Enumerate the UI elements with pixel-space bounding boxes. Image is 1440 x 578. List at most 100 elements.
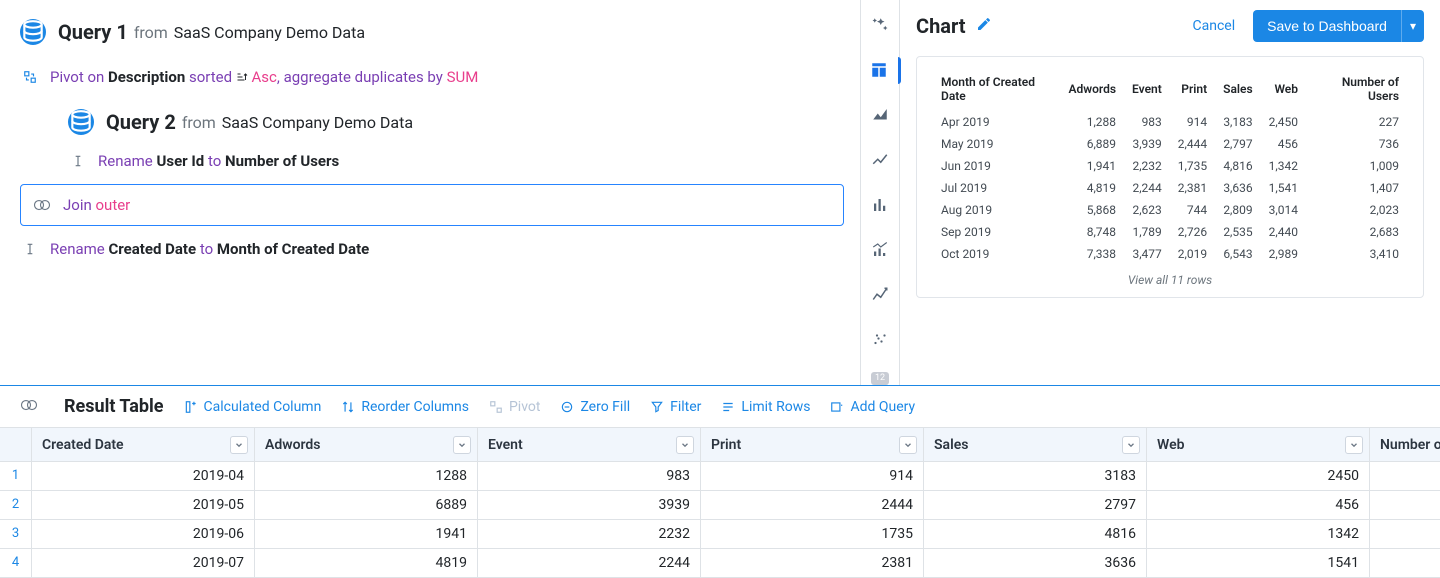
pivot-step[interactable]: Pivot on Description sorted Asc, aggrega… bbox=[40, 59, 478, 95]
scatter-chart-icon[interactable] bbox=[866, 327, 894, 354]
edit-chart-name-icon[interactable] bbox=[976, 16, 992, 36]
cell[interactable]: 456 bbox=[1147, 491, 1370, 520]
cell[interactable]: 2381 bbox=[701, 549, 924, 578]
filter-button[interactable]: Filter bbox=[650, 399, 701, 415]
from-label: from bbox=[182, 113, 216, 132]
cell[interactable]: 2450 bbox=[1147, 462, 1370, 491]
column-menu-button[interactable] bbox=[676, 436, 694, 454]
database-icon bbox=[68, 109, 94, 135]
results-grid[interactable]: Created DateAdwordsEventPrintSalesWebNum… bbox=[0, 427, 1440, 578]
view-all-rows-link[interactable]: View all 11 rows bbox=[933, 265, 1407, 291]
join-outer-icon bbox=[31, 199, 53, 211]
cell[interactable]: 2444 bbox=[701, 491, 924, 520]
chart-type-rail: 12 bbox=[860, 0, 900, 385]
column-header[interactable]: Number o bbox=[1370, 428, 1440, 462]
row-number[interactable]: 2 bbox=[0, 491, 32, 520]
cell[interactable]: 2019-06 bbox=[32, 520, 255, 549]
add-query-button[interactable]: Add Query bbox=[830, 399, 915, 415]
bar-chart-icon[interactable] bbox=[866, 192, 894, 219]
column-header[interactable]: Sales bbox=[924, 428, 1147, 462]
reorder-columns-button[interactable]: Reorder Columns bbox=[341, 399, 469, 415]
column-menu-button[interactable] bbox=[230, 436, 248, 454]
area-chart-icon[interactable] bbox=[866, 102, 894, 129]
column-menu-button[interactable] bbox=[453, 436, 471, 454]
save-dropdown-button[interactable]: ▾ bbox=[1401, 10, 1424, 42]
cancel-button[interactable]: Cancel bbox=[1192, 18, 1235, 34]
column-header[interactable]: Web bbox=[1147, 428, 1370, 462]
cell[interactable]: 2019-05 bbox=[32, 491, 255, 520]
preview-row[interactable]: Oct 20197,3383,4772,0196,5432,9893,410 bbox=[933, 243, 1407, 265]
column-header[interactable]: Print bbox=[701, 428, 924, 462]
preview-header[interactable]: Print bbox=[1170, 71, 1215, 111]
cell[interactable]: 3183 bbox=[924, 462, 1147, 491]
rename-step[interactable]: Rename Created Date to Month of Created … bbox=[40, 231, 369, 267]
cell[interactable]: 1941 bbox=[255, 520, 478, 549]
cell[interactable]: 3939 bbox=[478, 491, 701, 520]
row-number[interactable]: 4 bbox=[0, 549, 32, 578]
line-chart-icon[interactable] bbox=[866, 147, 894, 174]
magic-icon[interactable] bbox=[866, 12, 894, 39]
column-header[interactable]: Adwords bbox=[255, 428, 478, 462]
cell[interactable]: 4819 bbox=[255, 549, 478, 578]
table-chart-icon[interactable] bbox=[861, 57, 901, 84]
chart-preview-table: Month of Created DateAdwordsEventPrintSa… bbox=[933, 71, 1407, 265]
cell[interactable]: 4816 bbox=[924, 520, 1147, 549]
column-menu-button[interactable] bbox=[899, 436, 917, 454]
rail-number-badge[interactable]: 12 bbox=[871, 372, 889, 385]
query1-header[interactable]: Query 1 from SaaS Company Demo Data bbox=[20, 10, 850, 48]
preview-row[interactable]: Apr 20191,2889839143,1832,450227 bbox=[933, 111, 1407, 133]
preview-header[interactable]: Event bbox=[1124, 71, 1170, 111]
column-header[interactable]: Created Date bbox=[32, 428, 255, 462]
query1-source: SaaS Company Demo Data bbox=[174, 23, 365, 42]
cell[interactable]: 1288 bbox=[255, 462, 478, 491]
rename-step-icon bbox=[20, 242, 40, 256]
preview-row[interactable]: Jun 20191,9412,2321,7354,8161,3421,009 bbox=[933, 155, 1407, 177]
preview-row[interactable]: Aug 20195,8682,6237442,8093,0142,023 bbox=[933, 199, 1407, 221]
cell[interactable]: 6889 bbox=[255, 491, 478, 520]
column-menu-button[interactable] bbox=[1345, 436, 1363, 454]
preview-header[interactable]: Sales bbox=[1215, 71, 1261, 111]
cell[interactable]: 3636 bbox=[924, 549, 1147, 578]
results-title: Result Table bbox=[64, 396, 164, 417]
chart-header: Chart Cancel Save to Dashboard ▾ bbox=[916, 10, 1424, 42]
row-number[interactable]: 3 bbox=[0, 520, 32, 549]
sort-asc-icon bbox=[236, 68, 248, 86]
preview-row[interactable]: May 20196,8893,9392,4442,797456736 bbox=[933, 133, 1407, 155]
join-step[interactable]: Join outer bbox=[20, 184, 844, 226]
save-to-dashboard-button[interactable]: Save to Dashboard bbox=[1253, 10, 1401, 42]
column-header[interactable]: Event bbox=[478, 428, 701, 462]
query-builder: Query 1 from SaaS Company Demo Data Pivo… bbox=[0, 0, 860, 385]
cell[interactable]: 1342 bbox=[1147, 520, 1370, 549]
query2-source: SaaS Company Demo Data bbox=[222, 113, 413, 132]
query1-title: Query 1 bbox=[58, 20, 128, 44]
database-icon bbox=[20, 19, 46, 45]
column-menu-button[interactable] bbox=[1122, 436, 1140, 454]
cell[interactable]: 983 bbox=[478, 462, 701, 491]
cell[interactable]: 2019-07 bbox=[32, 549, 255, 578]
preview-header[interactable]: Web bbox=[1261, 71, 1306, 111]
row-number[interactable]: 1 bbox=[0, 462, 32, 491]
preview-row[interactable]: Jul 20194,8192,2442,3813,6361,5411,407 bbox=[933, 177, 1407, 199]
limit-rows-button[interactable]: Limit Rows bbox=[721, 399, 810, 415]
rename-step-icon bbox=[68, 154, 88, 168]
query2-header[interactable]: Query 2 from SaaS Company Demo Data bbox=[68, 100, 850, 138]
preview-header[interactable]: Adwords bbox=[1060, 71, 1124, 111]
cell[interactable]: 914 bbox=[701, 462, 924, 491]
cell[interactable]: 1735 bbox=[701, 520, 924, 549]
cell[interactable]: 2797 bbox=[924, 491, 1147, 520]
cell[interactable]: 1541 bbox=[1147, 549, 1370, 578]
results-eye-icon[interactable] bbox=[20, 399, 38, 415]
preview-row[interactable]: Sep 20198,7481,7892,7262,5352,4402,683 bbox=[933, 221, 1407, 243]
row-number-header bbox=[0, 428, 32, 462]
cell[interactable]: 2244 bbox=[478, 549, 701, 578]
query2-title: Query 2 bbox=[106, 110, 176, 134]
calculated-column-button[interactable]: Calculated Column bbox=[184, 399, 322, 415]
zero-fill-button[interactable]: Zero Fill bbox=[560, 399, 630, 415]
rename-step[interactable]: Rename User Id to Number of Users bbox=[88, 143, 339, 179]
preview-header[interactable]: Number of Users bbox=[1306, 71, 1407, 111]
combo-chart-icon[interactable] bbox=[866, 237, 894, 264]
cell[interactable]: 2019-04 bbox=[32, 462, 255, 491]
preview-header[interactable]: Month of Created Date bbox=[933, 71, 1060, 111]
trend-chart-icon[interactable] bbox=[866, 282, 894, 309]
cell[interactable]: 2232 bbox=[478, 520, 701, 549]
